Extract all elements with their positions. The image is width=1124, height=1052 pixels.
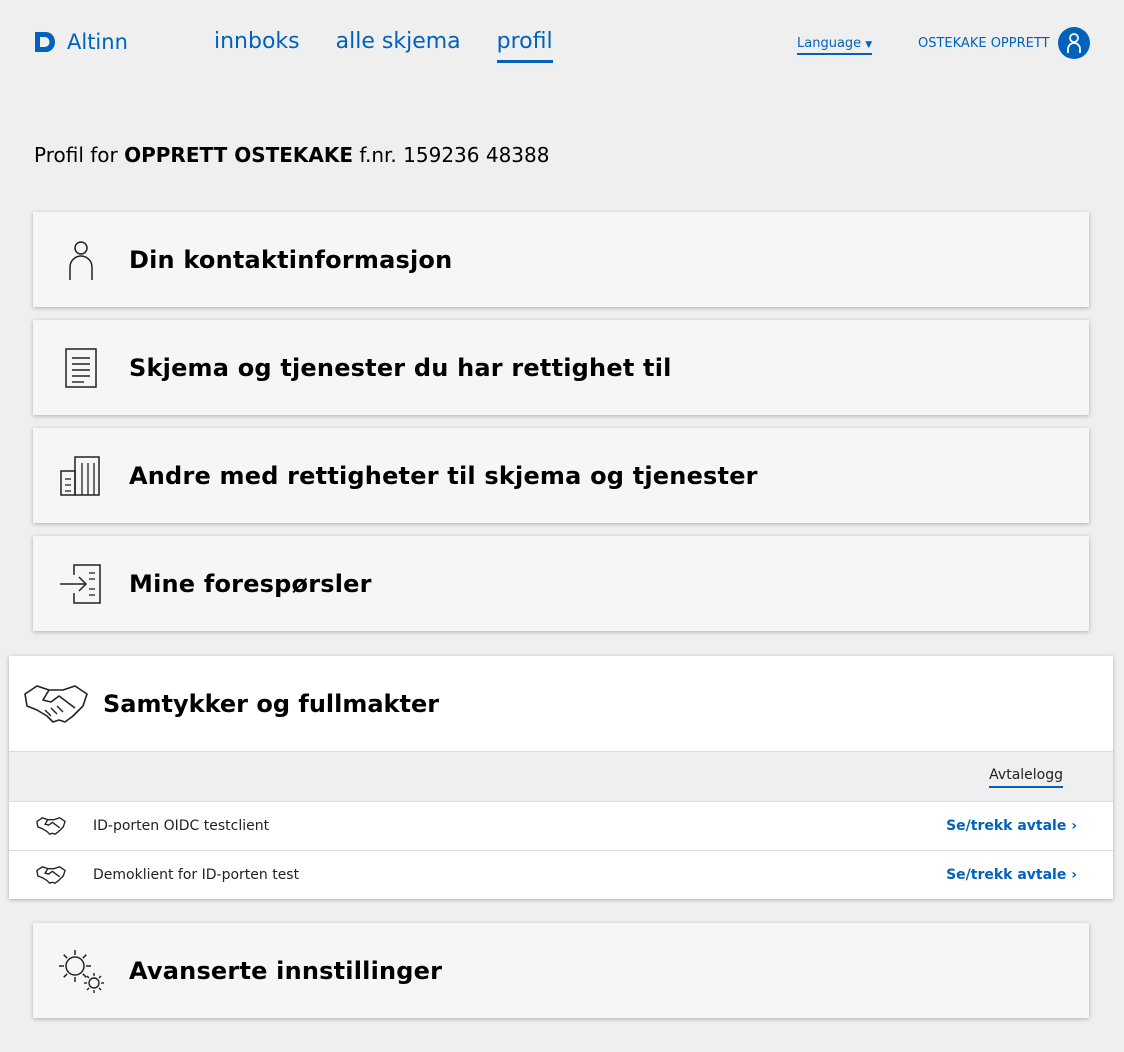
language-label: Language — [797, 36, 862, 51]
altinn-logo[interactable]: Altinn — [33, 30, 128, 54]
person-icon — [33, 239, 129, 281]
nav-profil[interactable]: profil — [496, 29, 553, 63]
section-contact[interactable]: Din kontaktinformasjon — [33, 212, 1089, 307]
nav-innboks[interactable]: innboks — [214, 29, 300, 63]
section-forms-title: Skjema og tjenester du har rettighet til — [129, 353, 672, 382]
consent-name: Demoklient for ID-porten test — [93, 867, 300, 883]
consents-toolbar: Avtalelogg — [9, 751, 1113, 802]
profile-prefix: Profil for — [34, 143, 118, 167]
document-icon — [33, 347, 129, 389]
profile-heading: Profil for OPPRETT OSTEKAKE f.nr. 159236… — [34, 143, 549, 167]
user-avatar-icon — [1057, 27, 1090, 59]
consent-row[interactable]: Demoklient for ID-porten test Se/trekk a… — [9, 851, 1113, 899]
section-consents-title: Samtykker og fullmakter — [103, 689, 440, 718]
section-consents-header[interactable]: Samtykker og fullmakter — [9, 656, 1113, 751]
handshake-icon — [9, 682, 103, 726]
profile-name: OPPRETT OSTEKAKE — [124, 143, 354, 167]
handshake-icon — [9, 865, 93, 885]
consent-action-link[interactable]: Se/trekk avtale › — [946, 818, 1077, 834]
section-advanced-title: Avanserte innstillinger — [129, 956, 443, 985]
section-requests-title: Mine forespørsler — [129, 569, 372, 598]
section-others[interactable]: Andre med rettigheter til skjema og tjen… — [33, 428, 1089, 523]
buildings-icon — [33, 455, 129, 497]
caret-down-icon: ▼ — [865, 40, 873, 50]
avtalelogg-link[interactable]: Avtalelogg — [989, 767, 1063, 788]
consent-row[interactable]: ID-porten OIDC testclient Se/trekk avtal… — [9, 802, 1113, 851]
consent-action-link[interactable]: Se/trekk avtale › — [946, 867, 1077, 883]
section-contact-title: Din kontaktinformasjon — [129, 245, 453, 274]
consent-name: ID-porten OIDC testclient — [93, 818, 270, 834]
handshake-icon — [9, 816, 93, 836]
fnr-label: f.nr. — [359, 143, 397, 167]
fnr-value: 159236 48388 — [403, 143, 550, 167]
inbox-arrow-icon — [33, 563, 129, 605]
section-consents: Samtykker og fullmakter Avtalelogg ID-po… — [9, 656, 1113, 899]
gears-icon — [33, 948, 129, 994]
logo-text: Altinn — [67, 30, 128, 54]
main-nav: innboks alle skjema profil — [214, 29, 553, 63]
language-selector[interactable]: Language ▼ — [797, 36, 873, 55]
section-forms[interactable]: Skjema og tjenester du har rettighet til — [33, 320, 1089, 415]
altinn-logo-icon — [35, 32, 55, 52]
nav-alle-skjema[interactable]: alle skjema — [336, 29, 461, 63]
section-advanced[interactable]: Avanserte innstillinger — [33, 923, 1089, 1018]
user-menu[interactable]: OSTEKAKE OPPRETT — [918, 27, 1090, 59]
section-requests[interactable]: Mine forespørsler — [33, 536, 1089, 631]
user-name: OSTEKAKE OPPRETT — [918, 35, 1050, 51]
section-others-title: Andre med rettigheter til skjema og tjen… — [129, 461, 758, 490]
